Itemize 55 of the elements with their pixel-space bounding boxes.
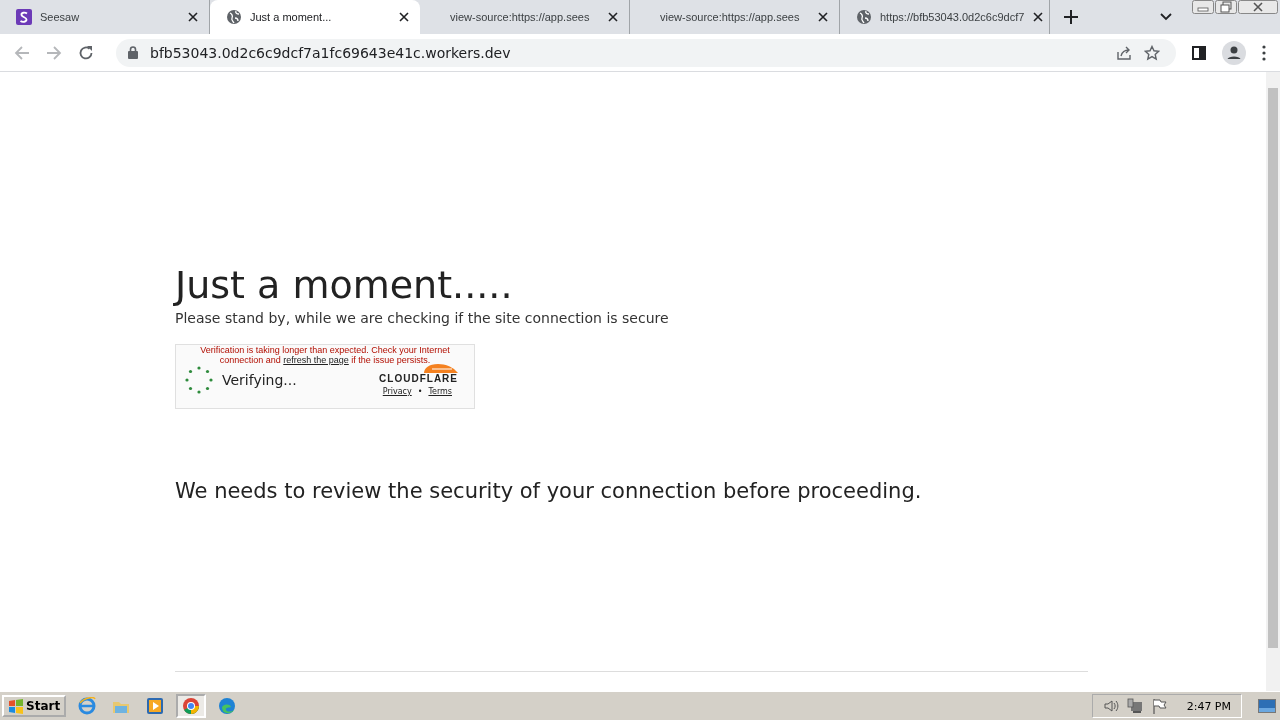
tab-title: Seesaw <box>40 11 81 23</box>
reload-icon[interactable] <box>78 44 94 61</box>
speaker-icon[interactable] <box>1102 698 1119 714</box>
close-icon[interactable] <box>187 11 199 23</box>
refresh-link[interactable]: refresh the page <box>283 355 349 365</box>
globe-icon <box>226 9 242 25</box>
tab-title: https://bfb53043.0d2c6c9dcf7 <box>880 11 1025 23</box>
footer-link[interactable]: Privacy <box>382 387 412 396</box>
tab-title: view-source:https://app.sees <box>449 11 591 23</box>
footer-link[interactable]: Terms <box>428 387 452 396</box>
page-heading: Just a moment..... <box>175 262 514 308</box>
security-notice: We needs to review the security of your connection before proceeding. <box>175 479 923 503</box>
tab-title: view-source:https://app.sees <box>659 11 801 23</box>
edge-icon <box>218 697 237 715</box>
play-icon <box>146 697 165 715</box>
star-icon[interactable] <box>1144 44 1160 61</box>
minimize-icon[interactable] <box>1192 0 1214 14</box>
browser-tab[interactable]: Seesaw <box>0 0 210 34</box>
restore-icon[interactable] <box>1215 0 1237 14</box>
globe-icon <box>856 9 872 25</box>
seesaw-logo-icon <box>16 9 32 25</box>
close-window-icon[interactable] <box>1238 0 1278 14</box>
verifying-status: Verifying... <box>222 371 297 388</box>
brand-name: CLOUDFLARE <box>379 373 458 384</box>
warning-message: Verification is taking longer than expected. Check your Internet connection and refresh the page if the issue persists. <box>199 345 451 365</box>
close-icon[interactable] <box>1032 11 1045 23</box>
share-icon[interactable] <box>1116 44 1132 61</box>
separator-dot: • <box>417 387 423 396</box>
browser-tab[interactable]: view-source:https://app.sees <box>420 0 630 34</box>
taskbar-app[interactable] <box>176 694 207 718</box>
url-text: bfb53043.0d2c6c9dcf7a1fc69643e41c.workers.dev <box>150 44 511 61</box>
windows-flag-icon <box>8 698 24 714</box>
page-subheading: Please stand by, while we are checking if the site connection is secure <box>175 310 670 326</box>
spinner-icon <box>184 364 214 395</box>
side-panel-icon[interactable] <box>1192 45 1206 60</box>
network-icon[interactable] <box>1126 698 1143 714</box>
profile-avatar-icon[interactable] <box>1222 40 1246 65</box>
address-bar[interactable]: bfb53043.0d2c6c9dcf7a1fc69643e41c.workers.dev <box>116 38 1176 67</box>
browser-tab[interactable]: view-source:https://app.sees <box>630 0 840 34</box>
chrome-icon <box>182 697 201 715</box>
clock-time: 2:47 PM <box>1186 699 1231 713</box>
new-tab-icon[interactable] <box>1064 10 1078 24</box>
close-icon[interactable] <box>817 11 829 23</box>
browser-e-icon <box>78 697 97 715</box>
close-icon[interactable] <box>398 11 410 23</box>
browser-tab[interactable]: Just a moment... <box>210 0 420 34</box>
close-icon[interactable] <box>607 11 619 23</box>
lock-icon <box>128 46 138 59</box>
scrollbar[interactable] <box>1266 72 1280 691</box>
browser-tab[interactable]: https://bfb53043.0d2c6c9dcf7 <box>840 0 1050 34</box>
start-button[interactable]: Start <box>2 695 67 717</box>
flag-icon[interactable] <box>1150 698 1167 714</box>
menu-icon[interactable] <box>1262 44 1266 61</box>
tab-title: Just a moment... <box>250 11 333 23</box>
tab-list-caret-icon[interactable] <box>1160 13 1172 21</box>
